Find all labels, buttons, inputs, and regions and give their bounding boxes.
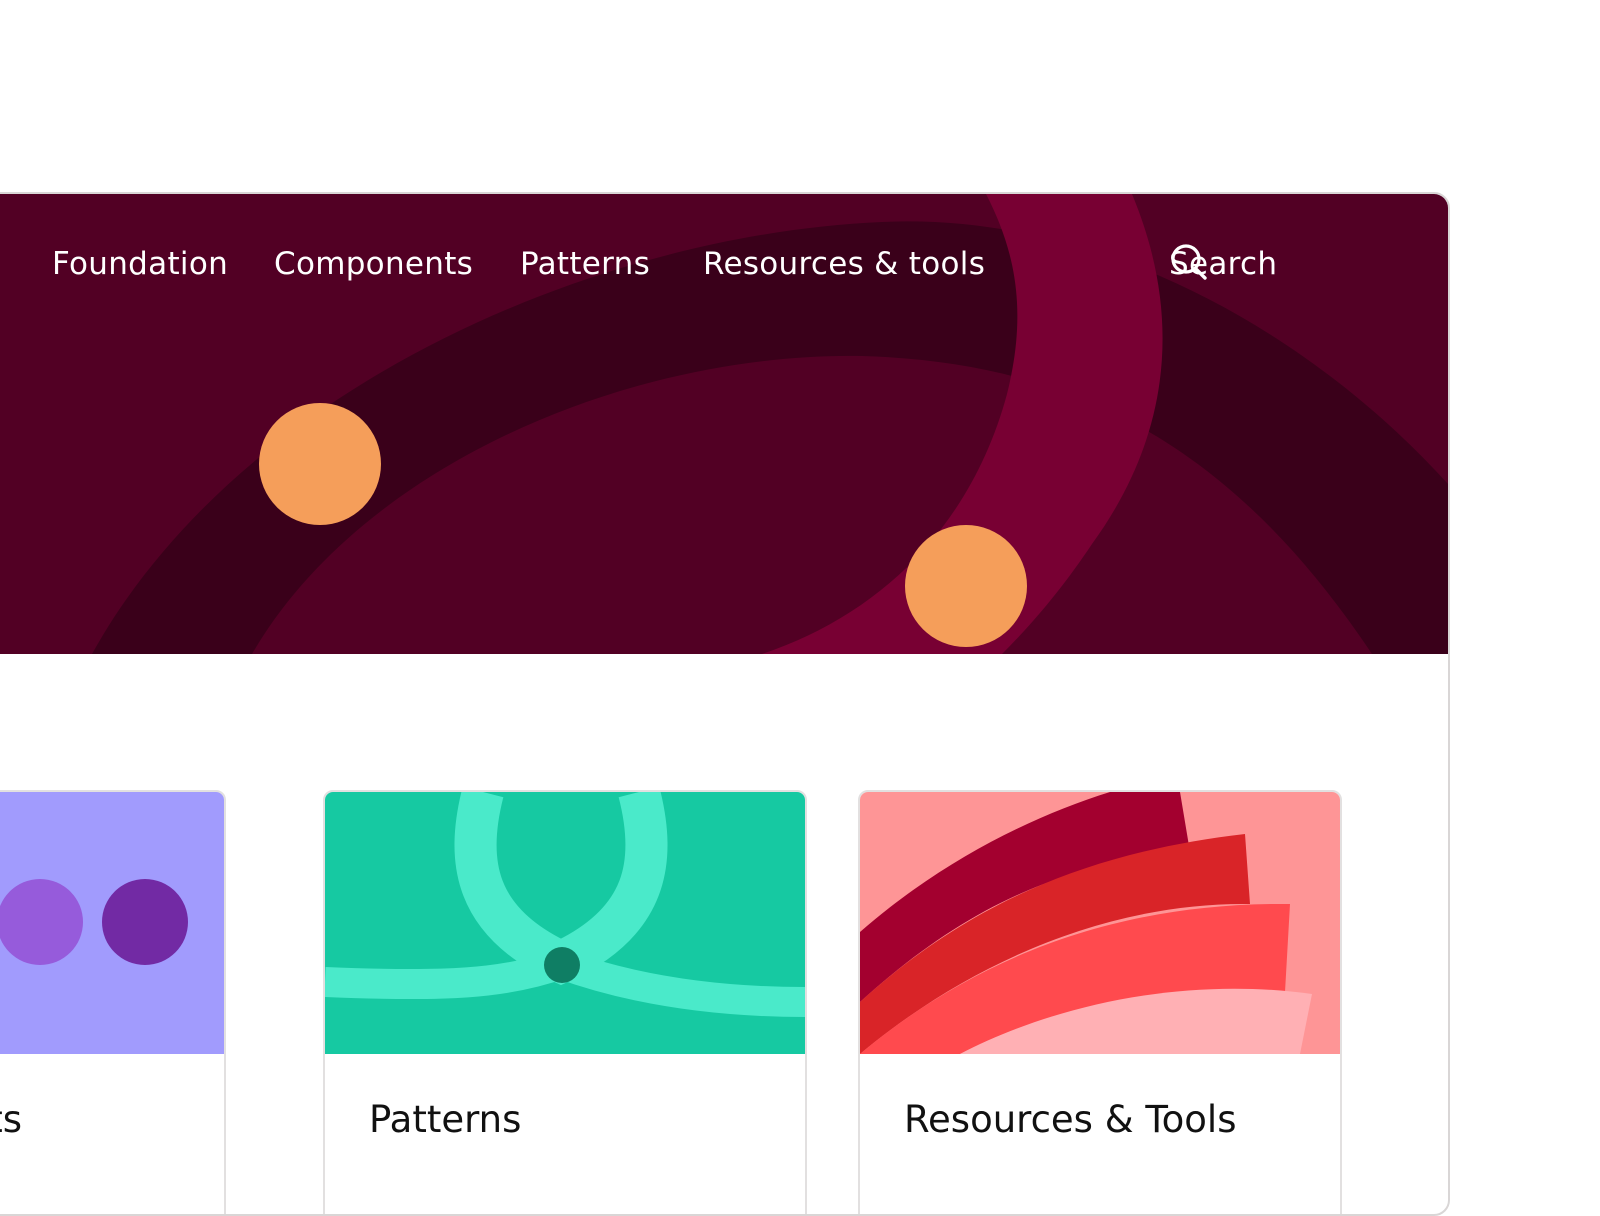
card-resources-tools[interactable]: Resources & Tools <box>858 790 1342 1214</box>
nav-item-foundation[interactable]: Foundation <box>52 246 228 282</box>
nav-item-resources-tools[interactable]: Resources & tools <box>703 246 985 282</box>
card-art-resources-tools <box>860 792 1340 1054</box>
card-patterns[interactable]: Patterns <box>323 790 807 1214</box>
card-art-components <box>0 792 224 1054</box>
browser-window: Foundation Components Patterns Resources… <box>0 192 1450 1216</box>
search-icon <box>1171 244 1207 280</box>
hero-banner: Foundation Components Patterns Resources… <box>0 194 1448 654</box>
nav-item-components[interactable]: Components <box>274 246 473 282</box>
nav-item-patterns[interactable]: Patterns <box>520 246 650 282</box>
search-button[interactable]: Search <box>1169 242 1277 286</box>
card-title: Resources & Tools <box>904 1098 1237 1141</box>
top-nav: Foundation Components Patterns Resources… <box>0 194 1448 344</box>
card-components[interactable]: Components <box>0 790 226 1214</box>
hero-dot <box>259 403 381 525</box>
card-art-patterns <box>325 792 805 1054</box>
card-title: Patterns <box>369 1098 522 1141</box>
pattern-dot <box>544 947 580 983</box>
hero-dot <box>905 525 1027 647</box>
card-title: Components <box>0 1098 23 1141</box>
